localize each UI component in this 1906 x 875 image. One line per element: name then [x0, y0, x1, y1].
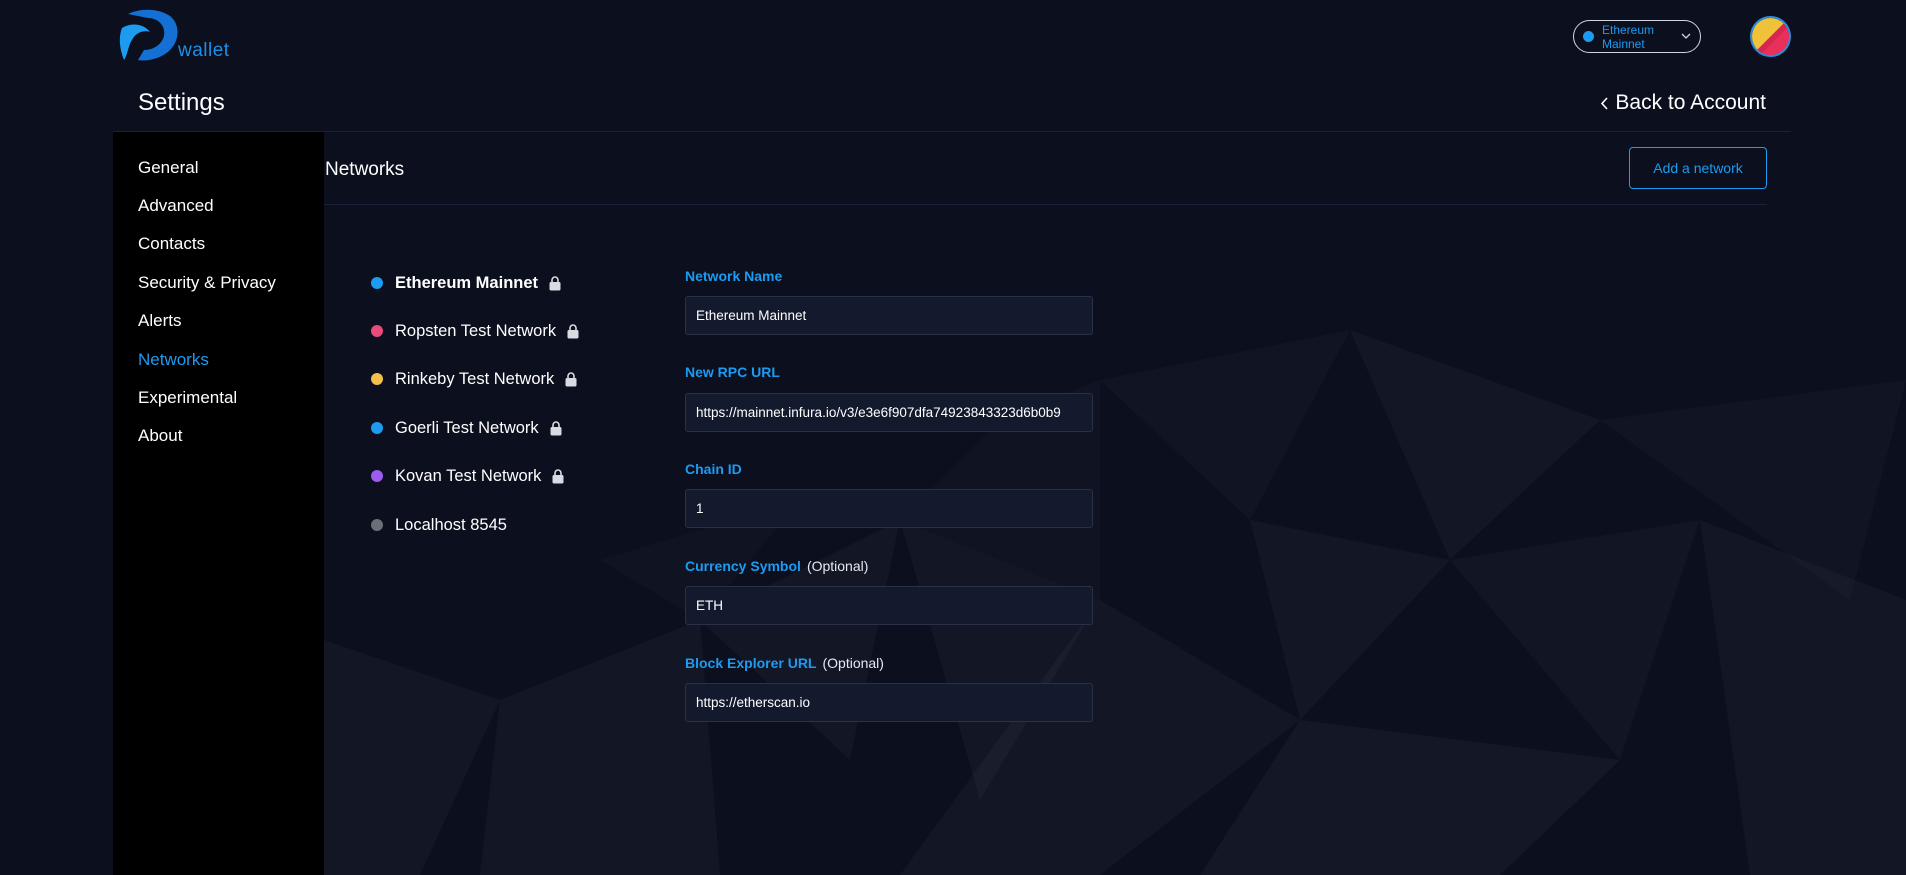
- network-item-localhost[interactable]: Localhost 8545: [371, 514, 507, 536]
- rpc-url-label-text: New RPC URL: [685, 364, 780, 380]
- network-color-dot: [371, 422, 383, 434]
- chain-id-label-text: Chain ID: [685, 461, 742, 477]
- network-name-label-text: Network Name: [685, 268, 783, 284]
- network-color-dot: [371, 325, 383, 337]
- chain-id-label: Chain ID: [685, 461, 742, 477]
- rpc-url-input[interactable]: [685, 393, 1093, 432]
- currency-symbol-input[interactable]: [685, 586, 1093, 625]
- lock-icon: [550, 420, 562, 435]
- network-selector[interactable]: Ethereum Mainnet: [1573, 20, 1701, 53]
- network-item-label: Rinkeby Test Network: [395, 369, 555, 388]
- block-explorer-label: Block Explorer URL (Optional): [685, 655, 884, 671]
- network-name-input[interactable]: [685, 296, 1093, 335]
- block-explorer-input[interactable]: [685, 683, 1093, 722]
- logo-text: wallet: [178, 40, 230, 61]
- page-title: Settings: [138, 89, 225, 116]
- network-color-dot: [371, 277, 383, 289]
- currency-symbol-label: Currency Symbol (Optional): [685, 558, 868, 574]
- sidebar-item-contacts[interactable]: Contacts: [138, 234, 205, 254]
- sidebar-item-advanced[interactable]: Advanced: [138, 196, 214, 216]
- avatar-icon: [1752, 18, 1789, 55]
- sidebar-item-experimental[interactable]: Experimental: [138, 388, 237, 408]
- chevron-down-icon: [1681, 33, 1691, 39]
- sidebar-item-alerts[interactable]: Alerts: [138, 311, 181, 331]
- network-item-label: Ropsten Test Network: [395, 321, 557, 340]
- section-title: Networks: [325, 159, 405, 180]
- network-item-label: Ethereum Mainnet: [395, 273, 539, 292]
- header-divider: [113, 131, 1791, 132]
- network-color-dot: [371, 519, 383, 531]
- lock-icon: [567, 323, 579, 338]
- sidebar-item-general[interactable]: General: [138, 158, 198, 178]
- content-divider: [324, 204, 1767, 205]
- lock-icon: [552, 468, 564, 483]
- rpc-url-label: New RPC URL: [685, 364, 780, 380]
- lock-icon: [549, 275, 561, 290]
- back-to-account-label: Back to Account: [1615, 91, 1766, 114]
- network-color-dot: [371, 470, 383, 482]
- sidebar-item-security-privacy[interactable]: Security & Privacy: [138, 273, 276, 293]
- network-item-label: Kovan Test Network: [395, 466, 542, 485]
- sidebar-item-networks[interactable]: Networks: [138, 350, 209, 370]
- chevron-left-icon: [1601, 96, 1608, 110]
- network-item-goerli[interactable]: Goerli Test Network: [371, 417, 562, 439]
- account-avatar[interactable]: [1750, 16, 1791, 57]
- network-item-ethereum-mainnet[interactable]: Ethereum Mainnet: [371, 272, 561, 294]
- network-item-ropsten[interactable]: Ropsten Test Network: [371, 320, 579, 342]
- block-explorer-label-text: Block Explorer URL: [685, 655, 817, 671]
- wallet-logo[interactable]: wallet: [118, 6, 238, 64]
- back-to-account-link[interactable]: Back to Account: [1600, 91, 1766, 115]
- network-item-label: Goerli Test Network: [395, 418, 539, 437]
- optional-tag: (Optional): [806, 558, 869, 574]
- add-network-button[interactable]: Add a network: [1629, 147, 1767, 189]
- network-item-label: Localhost 8545: [395, 515, 507, 534]
- network-name-label: Network Name: [685, 268, 782, 284]
- currency-symbol-label-text: Currency Symbol: [685, 558, 801, 574]
- optional-tag: (Optional): [822, 655, 884, 671]
- settings-sidebar: General Advanced Contacts Security & Pri…: [113, 132, 324, 875]
- chain-id-input[interactable]: [685, 489, 1093, 528]
- sidebar-item-about[interactable]: About: [138, 426, 182, 446]
- bird-logo-icon: [119, 9, 178, 61]
- network-color-dot: [371, 373, 383, 385]
- network-item-kovan[interactable]: Kovan Test Network: [371, 465, 564, 487]
- network-item-rinkeby[interactable]: Rinkeby Test Network: [371, 368, 577, 390]
- lock-icon: [565, 371, 577, 386]
- network-status-dot: [1583, 31, 1594, 42]
